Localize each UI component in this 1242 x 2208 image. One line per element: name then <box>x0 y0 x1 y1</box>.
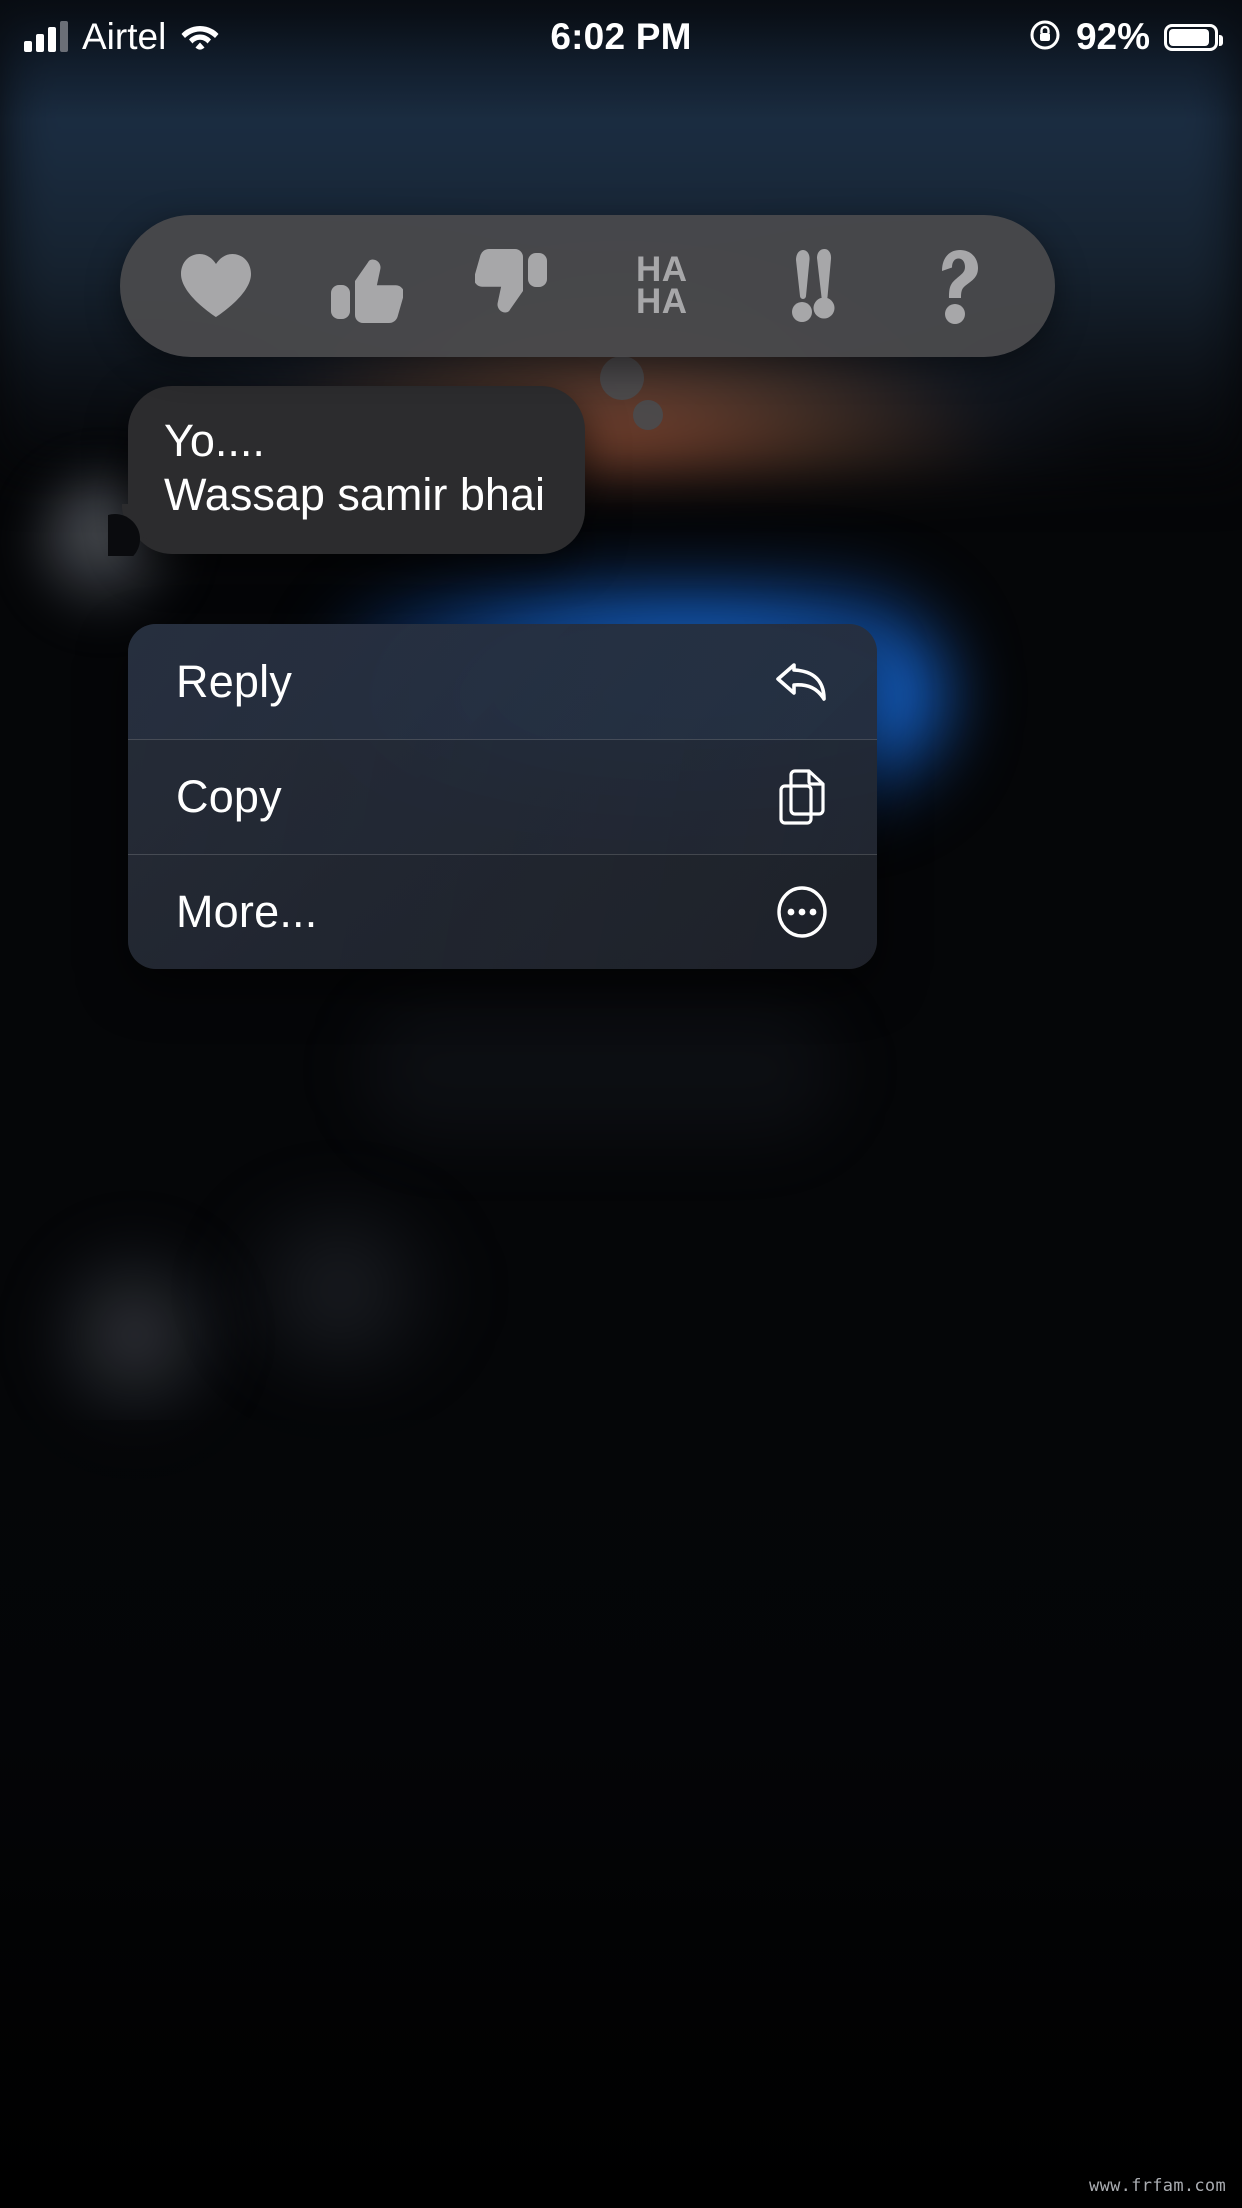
context-menu-item-more[interactable]: More... <box>128 854 877 969</box>
haha-icon: HA HA <box>635 249 688 321</box>
rotation-lock-icon <box>1028 18 1062 57</box>
blurred-lower-avatar <box>40 1230 230 1440</box>
messages-screen: Airtel 6:02 PM 92% HA HA Yo.... Wassap s… <box>0 0 1242 2208</box>
reply-arrow-icon <box>773 653 831 711</box>
reply-label: Reply <box>176 655 293 707</box>
tapback-reaction-bar[interactable]: HA HA <box>120 215 1055 357</box>
thumbs-up-icon <box>327 247 403 325</box>
haha-reaction-button[interactable]: HA HA <box>603 227 721 345</box>
thumbs-up-reaction-button[interactable] <box>306 227 424 345</box>
thumbs-down-reaction-button[interactable] <box>454 227 572 345</box>
selected-message[interactable]: Yo.... Wassap samir bhai <box>108 386 585 556</box>
status-bar: Airtel 6:02 PM 92% <box>0 0 1242 74</box>
message-text-line-2: Wassap samir bhai <box>164 469 545 520</box>
thumbs-down-icon <box>475 247 551 325</box>
context-menu-item-copy[interactable]: Copy <box>128 739 877 854</box>
message-context-menu[interactable]: Reply Copy More... <box>128 624 877 969</box>
heart-reaction-button[interactable] <box>157 227 275 345</box>
heart-icon <box>177 251 255 321</box>
blurred-lower-bubble <box>210 1190 470 1390</box>
message-text-line-1: Yo.... <box>164 415 265 466</box>
battery-icon <box>1164 23 1223 51</box>
message-bubble[interactable]: Yo.... Wassap samir bhai <box>108 386 585 556</box>
context-menu-item-reply[interactable]: Reply <box>128 624 877 739</box>
double-exclamation-icon <box>779 246 841 326</box>
reaction-bar-tail-dot-small <box>633 400 663 430</box>
exclamation-reaction-button[interactable] <box>751 227 869 345</box>
copy-label: Copy <box>176 771 282 822</box>
bubble-tail <box>108 504 170 556</box>
more-label: More... <box>176 886 318 937</box>
reaction-bar-tail-dot-large <box>600 356 644 400</box>
battery-percent-label: 92% <box>1075 16 1150 57</box>
blurred-message-streak <box>360 1000 840 1140</box>
bottom-dim-overlay <box>0 1420 1242 2208</box>
status-bar-right: 92% <box>1028 16 1223 58</box>
ellipsis-circle-icon <box>773 883 831 941</box>
site-watermark: www.frfam.com <box>1089 2176 1226 2196</box>
copy-document-icon <box>773 768 831 826</box>
question-reaction-button[interactable] <box>900 227 1018 345</box>
question-mark-icon <box>929 246 989 326</box>
